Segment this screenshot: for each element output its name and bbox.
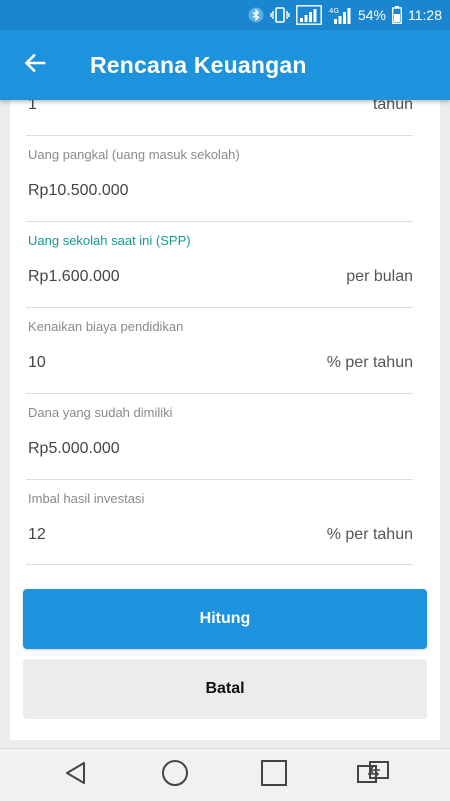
field-school-fee[interactable]: Uang sekolah saat ini (SPP) Rp1.600.000 … bbox=[26, 222, 413, 308]
field-suffix: % per tahun bbox=[326, 354, 413, 371]
page-title: Rencana Keuangan bbox=[90, 52, 307, 78]
recents-square-icon bbox=[260, 759, 288, 792]
arrow-left-icon bbox=[23, 51, 47, 80]
field-investment-return[interactable]: Imbal hasil investasi 12 % per tahun bbox=[26, 480, 413, 565]
back-button[interactable] bbox=[18, 48, 52, 82]
field-label: Kenaikan biaya pendidikan bbox=[28, 319, 184, 334]
field-label: Uang sekolah saat ini (SPP) bbox=[28, 233, 191, 248]
nav-home-button[interactable] bbox=[157, 757, 193, 793]
battery-icon bbox=[392, 6, 402, 24]
field-entrance-fee[interactable]: Uang pangkal (uang masuk sekolah) Rp10.5… bbox=[26, 136, 413, 222]
field-label: Dana yang sudah dimiliki bbox=[28, 405, 173, 420]
back-triangle-icon bbox=[63, 760, 89, 791]
field-existing-funds[interactable]: Dana yang sudah dimiliki Rp5.000.000 bbox=[26, 394, 413, 480]
nav-dual-window-button[interactable] bbox=[355, 757, 391, 793]
bluetooth-icon bbox=[248, 7, 264, 23]
field-value[interactable]: Rp5.000.000 bbox=[28, 440, 120, 458]
dual-window-icon bbox=[356, 760, 390, 791]
field-duration[interactable]: 1 tahun bbox=[26, 100, 413, 136]
field-suffix: % per tahun bbox=[326, 526, 413, 543]
app-bar: Rencana Keuangan bbox=[0, 30, 450, 100]
battery-percent: 54% bbox=[357, 7, 386, 23]
calculate-button[interactable]: Hitung bbox=[23, 589, 427, 649]
clock: 11:28 bbox=[408, 7, 442, 23]
signal-icon bbox=[296, 5, 322, 25]
field-value[interactable]: 10 bbox=[28, 354, 46, 372]
field-education-cost-increase[interactable]: Kenaikan biaya pendidikan 10 % per tahun bbox=[26, 308, 413, 394]
status-icons: 4G 54% 11:28 bbox=[248, 5, 442, 25]
field-value[interactable]: 12 bbox=[28, 526, 46, 544]
navigation-bar bbox=[0, 748, 450, 801]
home-circle-icon bbox=[161, 759, 189, 792]
svg-text:4G: 4G bbox=[329, 7, 339, 15]
field-value[interactable]: 1 bbox=[28, 100, 37, 114]
nav-recents-button[interactable] bbox=[256, 757, 292, 793]
nav-back-button[interactable] bbox=[58, 757, 94, 793]
field-value[interactable]: Rp10.500.000 bbox=[28, 182, 129, 200]
vibrate-icon bbox=[270, 6, 290, 24]
cancel-button[interactable]: Batal bbox=[23, 659, 427, 719]
field-label: Imbal hasil investasi bbox=[28, 491, 145, 506]
field-suffix: per bulan bbox=[346, 268, 413, 285]
field-suffix: tahun bbox=[372, 100, 413, 113]
status-bar: 4G 54% 11:28 bbox=[0, 0, 450, 30]
field-value[interactable]: Rp1.600.000 bbox=[28, 268, 120, 286]
field-label: Uang pangkal (uang masuk sekolah) bbox=[28, 147, 240, 162]
form-card: 1 tahun Uang pangkal (uang masuk sekolah… bbox=[10, 100, 440, 740]
data-signal-icon: 4G bbox=[328, 5, 352, 25]
